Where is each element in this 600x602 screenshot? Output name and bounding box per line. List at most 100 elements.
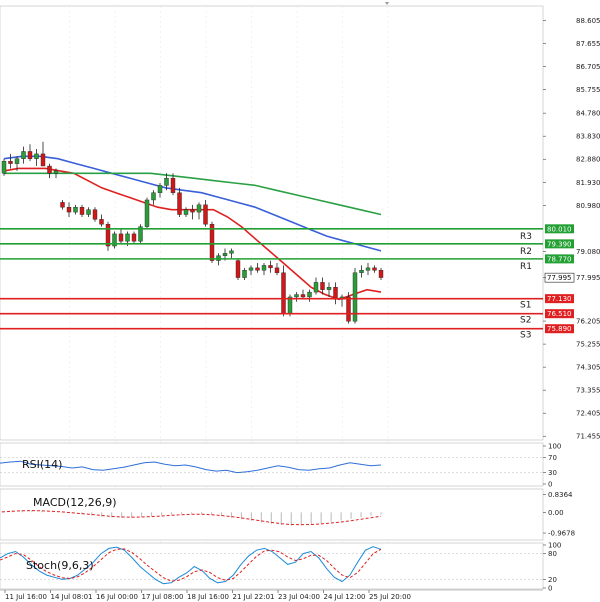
candle-bear — [281, 272, 286, 315]
candle-bear — [346, 296, 351, 322]
candle-bear — [372, 267, 377, 271]
time-tick-label: 16 Jul 00:00 — [96, 593, 138, 601]
candle-bear — [320, 282, 325, 290]
price-tick-label: 81.930 — [576, 179, 600, 187]
candle-bear — [8, 160, 13, 164]
indicator-tick-label: 30 — [548, 469, 557, 477]
candle-bear — [105, 224, 111, 247]
candle-bear — [131, 233, 137, 242]
price-tick-label: 80.980 — [576, 202, 600, 210]
time-tick-label: 17 Jul 08:00 — [142, 593, 184, 601]
level-name-r2: R2 — [520, 247, 532, 257]
indicator-tick-label: 0.8364 — [548, 491, 573, 499]
time-tick-label: 11 Jul 16:00 — [5, 593, 47, 601]
candle-bear — [92, 209, 98, 220]
candle-bull — [164, 177, 169, 186]
candle-bull — [157, 185, 163, 193]
candle-bull — [196, 204, 202, 213]
candle-bear — [235, 260, 241, 278]
macd-label: MACD(12,26,9) — [33, 496, 117, 509]
candle-bear — [190, 209, 195, 213]
candle-bull — [242, 270, 247, 278]
price-tick-label: 77.995 — [576, 274, 600, 282]
candle-bear — [66, 207, 72, 213]
candle-bull — [365, 267, 371, 271]
candle-bull — [14, 158, 20, 164]
candle-bear — [60, 202, 65, 208]
time-tick-label: 14 Jul 08:01 — [51, 593, 93, 601]
time-tick-label: 25 Jul 20:00 — [369, 593, 411, 601]
indicator-tick-label: 0 — [548, 481, 552, 489]
price-tick-label: 79.080 — [576, 248, 600, 256]
price-tick-label: 86.705 — [576, 63, 600, 71]
candle-bull — [21, 151, 26, 159]
level-value-r1: 78.770 — [547, 255, 572, 263]
indicator-tick-label: 0 — [548, 585, 552, 593]
candle-bull — [125, 233, 130, 242]
candle-bull — [151, 192, 156, 201]
candle-bear — [255, 267, 260, 271]
price-chart[interactable]: R3 80.010 R2 79.390 R1 78.770 S1 77.130 S2 76.510… — [0, 0, 600, 602]
indicator-tick-label: 0.00 — [548, 509, 564, 517]
candle-bull — [144, 199, 150, 227]
candle-bull — [1, 160, 7, 174]
level-value-r3: 80.010 — [547, 225, 572, 233]
rsi-label: RSI(14) — [22, 458, 62, 471]
level-name-s2: S2 — [520, 316, 531, 326]
stoch-label: Stoch(9,6,3) — [26, 559, 94, 572]
main-panel-frame — [0, 5, 544, 441]
candle-bull — [359, 270, 364, 273]
chart-container: R3 80.010 R2 79.390 R1 78.770 S1 77.130 S2 76.510… — [0, 0, 600, 602]
indicator-tick-label: 100 — [548, 542, 561, 550]
scroll-marker-icon[interactable] — [385, 2, 389, 5]
candle-bull — [261, 265, 267, 271]
candle-bull — [294, 294, 299, 298]
current-price-label: 77.995 — [547, 274, 572, 282]
candle-bull — [86, 209, 91, 215]
candle-bull — [307, 291, 312, 298]
candle-bear — [118, 233, 124, 242]
time-tick-label: 24 Jul 12:00 — [324, 593, 366, 601]
candle-bull — [183, 209, 189, 215]
rsi-panel-frame — [0, 442, 544, 487]
price-tick-label: 84.780 — [576, 110, 600, 118]
candle-bull — [326, 287, 332, 290]
candle-bear — [177, 192, 182, 215]
candle-bear — [40, 153, 46, 167]
level-name-r1: R1 — [520, 262, 532, 272]
candle-bull — [34, 153, 39, 159]
time-tick-label: 23 Jul 04:00 — [278, 593, 320, 601]
candle-bull — [229, 250, 234, 254]
price-tick-label: 82.880 — [576, 156, 600, 164]
candle-bear — [99, 219, 104, 225]
level-name-s1: S1 — [520, 301, 531, 311]
level-value-s3: 75.890 — [547, 325, 572, 333]
level-value-s1: 77.130 — [547, 295, 572, 303]
price-tick-label: 75.255 — [576, 341, 600, 349]
price-tick-label: 87.655 — [576, 40, 600, 48]
indicator-tick-label: -0.9678 — [548, 530, 575, 538]
indicator-tick-label: 100 — [548, 443, 561, 451]
candle-bull — [287, 296, 293, 315]
candle-bear — [274, 267, 280, 273]
candle-bear — [79, 207, 85, 215]
candle-bear — [47, 165, 52, 174]
price-tick-label: 83.830 — [576, 133, 600, 141]
price-tick-label: 72.405 — [576, 410, 600, 418]
candle-bear — [203, 204, 208, 225]
time-axis: 11 Jul 16:00 14 Jul 08:01 16 Jul 00:00 17 J… — [0, 589, 543, 601]
candle-bear — [170, 177, 176, 193]
level-value-s2: 76.510 — [547, 310, 572, 318]
time-tick-label: 18 Jul 16:00 — [187, 593, 229, 601]
level-name-r3: R3 — [520, 232, 532, 242]
candle-bear — [300, 294, 306, 298]
price-tick-label: 88.605 — [576, 17, 600, 25]
indicator-tick-label: 70 — [548, 454, 557, 462]
candle-bull — [248, 267, 254, 271]
candle-bull — [53, 170, 59, 174]
indicator-tick-label: 80 — [548, 550, 557, 558]
level-value-r2: 79.390 — [547, 240, 572, 248]
candle-bear — [209, 224, 215, 261]
price-tick-label: 74.305 — [576, 364, 600, 372]
candle-bear — [333, 287, 338, 300]
